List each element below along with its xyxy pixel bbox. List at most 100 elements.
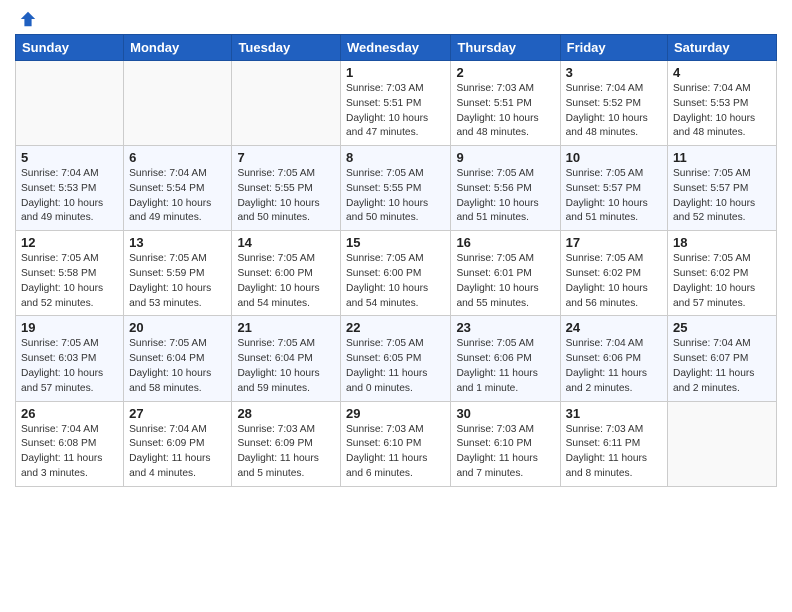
day-info: Sunrise: 7:05 AMSunset: 6:01 PMDaylight:… <box>456 252 554 311</box>
day-number: 30 <box>456 406 554 421</box>
day-number: 17 <box>566 235 662 250</box>
day-number: 24 <box>566 320 662 335</box>
day-cell-28: 28 Sunrise: 7:03 AMSunset: 6:09 PMDayligh… <box>232 401 341 486</box>
day-info: Sunrise: 7:05 AMSunset: 5:57 PMDaylight:… <box>566 167 662 226</box>
day-info: Sunrise: 7:05 AMSunset: 6:05 PMDaylight:… <box>346 337 445 396</box>
day-cell-19: 19 Sunrise: 7:05 AMSunset: 6:03 PMDayligh… <box>16 316 124 401</box>
day-number: 2 <box>456 65 554 80</box>
day-number: 1 <box>346 65 445 80</box>
day-info: Sunrise: 7:05 AMSunset: 6:03 PMDaylight:… <box>21 337 118 396</box>
day-cell-21: 21 Sunrise: 7:05 AMSunset: 6:04 PMDayligh… <box>232 316 341 401</box>
empty-cell <box>232 61 341 146</box>
header <box>15 10 777 28</box>
day-info: Sunrise: 7:05 AMSunset: 5:57 PMDaylight:… <box>673 167 771 226</box>
day-info: Sunrise: 7:05 AMSunset: 5:55 PMDaylight:… <box>237 167 335 226</box>
day-number: 13 <box>129 235 226 250</box>
day-info: Sunrise: 7:03 AMSunset: 5:51 PMDaylight:… <box>456 82 554 141</box>
day-cell-10: 10Sunrise: 7:05 AMSunset: 5:57 PMDayligh… <box>560 146 667 231</box>
day-info: Sunrise: 7:04 AMSunset: 5:54 PMDaylight:… <box>129 167 226 226</box>
day-info: Sunrise: 7:05 AMSunset: 6:04 PMDaylight:… <box>237 337 335 396</box>
day-cell-2: 2 Sunrise: 7:03 AMSunset: 5:51 PMDaylight… <box>451 61 560 146</box>
day-cell-30: 30 Sunrise: 7:03 AMSunset: 6:10 PMDayligh… <box>451 401 560 486</box>
day-info: Sunrise: 7:03 AMSunset: 6:10 PMDaylight:… <box>456 423 554 482</box>
day-cell-3: 3 Sunrise: 7:04 AMSunset: 5:52 PMDaylight… <box>560 61 667 146</box>
day-info: Sunrise: 7:04 AMSunset: 6:09 PMDaylight:… <box>129 423 226 482</box>
day-info: Sunrise: 7:05 AMSunset: 5:59 PMDaylight:… <box>129 252 226 311</box>
day-info: Sunrise: 7:05 AMSunset: 6:06 PMDaylight:… <box>456 337 554 396</box>
day-cell-1: 1 Sunrise: 7:03 AMSunset: 5:51 PMDaylight… <box>341 61 451 146</box>
day-number: 29 <box>346 406 445 421</box>
day-info: Sunrise: 7:04 AMSunset: 5:53 PMDaylight:… <box>673 82 771 141</box>
calendar-table: SundayMondayTuesdayWednesdayThursdayFrid… <box>15 34 777 487</box>
day-number: 26 <box>21 406 118 421</box>
day-number: 20 <box>129 320 226 335</box>
logo <box>15 10 37 28</box>
week-row-5: 26 Sunrise: 7:04 AMSunset: 6:08 PMDayligh… <box>16 401 777 486</box>
day-info: Sunrise: 7:05 AMSunset: 5:55 PMDaylight:… <box>346 167 445 226</box>
day-info: Sunrise: 7:03 AMSunset: 5:51 PMDaylight:… <box>346 82 445 141</box>
day-info: Sunrise: 7:05 AMSunset: 6:02 PMDaylight:… <box>673 252 771 311</box>
day-number: 21 <box>237 320 335 335</box>
day-number: 15 <box>346 235 445 250</box>
weekday-header-wednesday: Wednesday <box>341 35 451 61</box>
day-cell-20: 20Sunrise: 7:05 AMSunset: 6:04 PMDayligh… <box>124 316 232 401</box>
day-number: 8 <box>346 150 445 165</box>
page: SundayMondayTuesdayWednesdayThursdayFrid… <box>0 0 792 502</box>
day-number: 27 <box>129 406 226 421</box>
weekday-header-saturday: Saturday <box>668 35 777 61</box>
day-cell-9: 9Sunrise: 7:05 AMSunset: 5:56 PMDaylight… <box>451 146 560 231</box>
day-info: Sunrise: 7:04 AMSunset: 6:08 PMDaylight:… <box>21 423 118 482</box>
weekday-header-sunday: Sunday <box>16 35 124 61</box>
day-cell-7: 7Sunrise: 7:05 AMSunset: 5:55 PMDaylight… <box>232 146 341 231</box>
day-cell-13: 13 Sunrise: 7:05 AMSunset: 5:59 PMDayligh… <box>124 231 232 316</box>
day-number: 19 <box>21 320 118 335</box>
day-number: 25 <box>673 320 771 335</box>
day-number: 28 <box>237 406 335 421</box>
weekday-header-friday: Friday <box>560 35 667 61</box>
day-info: Sunrise: 7:05 AMSunset: 6:00 PMDaylight:… <box>346 252 445 311</box>
day-info: Sunrise: 7:05 AMSunset: 6:00 PMDaylight:… <box>237 252 335 311</box>
day-number: 22 <box>346 320 445 335</box>
day-info: Sunrise: 7:05 AMSunset: 6:02 PMDaylight:… <box>566 252 662 311</box>
day-number: 5 <box>21 150 118 165</box>
day-cell-6: 6Sunrise: 7:04 AMSunset: 5:54 PMDaylight… <box>124 146 232 231</box>
day-info: Sunrise: 7:05 AMSunset: 5:58 PMDaylight:… <box>21 252 118 311</box>
weekday-header-row: SundayMondayTuesdayWednesdayThursdayFrid… <box>16 35 777 61</box>
day-number: 14 <box>237 235 335 250</box>
weekday-header-monday: Monday <box>124 35 232 61</box>
day-number: 16 <box>456 235 554 250</box>
day-info: Sunrise: 7:04 AMSunset: 6:07 PMDaylight:… <box>673 337 771 396</box>
weekday-header-thursday: Thursday <box>451 35 560 61</box>
day-number: 4 <box>673 65 771 80</box>
week-row-4: 19 Sunrise: 7:05 AMSunset: 6:03 PMDayligh… <box>16 316 777 401</box>
week-row-2: 5Sunrise: 7:04 AMSunset: 5:53 PMDaylight… <box>16 146 777 231</box>
day-number: 3 <box>566 65 662 80</box>
day-number: 12 <box>21 235 118 250</box>
day-cell-29: 29 Sunrise: 7:03 AMSunset: 6:10 PMDayligh… <box>341 401 451 486</box>
day-cell-17: 17 Sunrise: 7:05 AMSunset: 6:02 PMDayligh… <box>560 231 667 316</box>
day-number: 11 <box>673 150 771 165</box>
day-cell-11: 11 Sunrise: 7:05 AMSunset: 5:57 PMDayligh… <box>668 146 777 231</box>
day-info: Sunrise: 7:03 AMSunset: 6:09 PMDaylight:… <box>237 423 335 482</box>
day-cell-25: 25 Sunrise: 7:04 AMSunset: 6:07 PMDayligh… <box>668 316 777 401</box>
day-cell-26: 26 Sunrise: 7:04 AMSunset: 6:08 PMDayligh… <box>16 401 124 486</box>
week-row-1: 1 Sunrise: 7:03 AMSunset: 5:51 PMDaylight… <box>16 61 777 146</box>
empty-cell <box>16 61 124 146</box>
empty-cell <box>668 401 777 486</box>
day-cell-22: 22 Sunrise: 7:05 AMSunset: 6:05 PMDayligh… <box>341 316 451 401</box>
day-cell-12: 12 Sunrise: 7:05 AMSunset: 5:58 PMDayligh… <box>16 231 124 316</box>
day-cell-18: 18Sunrise: 7:05 AMSunset: 6:02 PMDayligh… <box>668 231 777 316</box>
logo-icon <box>19 10 37 28</box>
day-cell-14: 14 Sunrise: 7:05 AMSunset: 6:00 PMDayligh… <box>232 231 341 316</box>
day-number: 31 <box>566 406 662 421</box>
day-info: Sunrise: 7:04 AMSunset: 5:52 PMDaylight:… <box>566 82 662 141</box>
week-row-3: 12 Sunrise: 7:05 AMSunset: 5:58 PMDayligh… <box>16 231 777 316</box>
day-number: 9 <box>456 150 554 165</box>
day-number: 23 <box>456 320 554 335</box>
day-cell-8: 8 Sunrise: 7:05 AMSunset: 5:55 PMDaylight… <box>341 146 451 231</box>
day-cell-4: 4 Sunrise: 7:04 AMSunset: 5:53 PMDaylight… <box>668 61 777 146</box>
day-cell-24: 24Sunrise: 7:04 AMSunset: 6:06 PMDayligh… <box>560 316 667 401</box>
day-info: Sunrise: 7:03 AMSunset: 6:10 PMDaylight:… <box>346 423 445 482</box>
day-info: Sunrise: 7:03 AMSunset: 6:11 PMDaylight:… <box>566 423 662 482</box>
day-cell-31: 31 Sunrise: 7:03 AMSunset: 6:11 PMDayligh… <box>560 401 667 486</box>
